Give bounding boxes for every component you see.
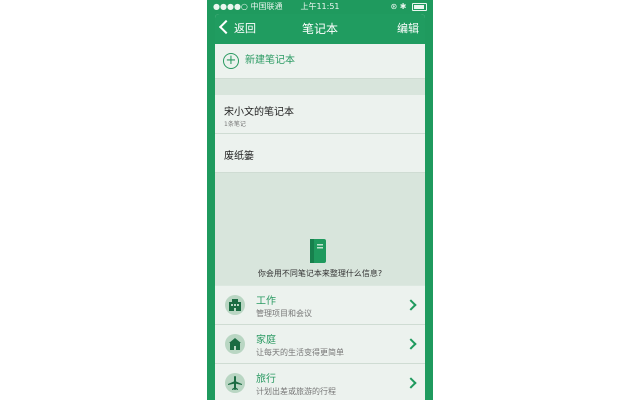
chevron-right-icon [405,377,417,389]
suggestion-subtitle: 管理项目和会议 [256,309,312,318]
suggestion-subtitle: 让每天的生活变得更简单 [256,348,344,357]
nav-bar: 返回 笔记本 编辑 [215,14,425,44]
suggestion-subtitle: 计划出差或旅游的行程 [256,387,336,396]
new-notebook-button[interactable]: + 新建笔记本 [215,44,425,79]
notebook-row-trash[interactable]: 废纸篓 [215,134,425,173]
building-icon [225,295,245,315]
empty-prompt-text: 你会用不同笔记本来整理什么信息? [257,269,383,278]
suggestion-title: 旅行 [256,374,276,385]
back-label: 返回 [234,22,256,35]
notebook-title: 废纸篓 [224,151,254,162]
chevron-right-icon [405,299,417,311]
back-button[interactable]: 返回 [218,14,256,44]
suggestion-title: 工作 [256,296,276,307]
plus-circle-icon: + [223,53,239,69]
chevron-left-icon [218,19,234,35]
status-bar: ●●●●○ 中国联通 上午11:51 ⊛ ✱ [207,0,433,14]
notebooks-panel: 返回 笔记本 编辑 + 新建笔记本 宋小文的笔记本 1条笔记 废纸篓 你会用不同… [215,14,425,400]
notebook-row[interactable]: 宋小文的笔记本 1条笔记 [215,95,425,134]
status-icons: ⊛ ✱ [390,2,407,11]
edit-button[interactable]: 编辑 [397,14,419,44]
status-right-icons: ⊛ ✱ [390,0,427,14]
battery-icon [412,2,427,11]
suggestion-row-travel[interactable]: 旅行 计划出差或旅游的行程 [215,364,425,400]
notebook-note-count: 1条笔记 [224,121,246,128]
section-separator [215,79,425,95]
notebook-icon [310,239,326,263]
house-icon [225,334,245,354]
chevron-right-icon [405,338,417,350]
new-notebook-label: 新建笔记本 [245,55,295,66]
airplane-icon [225,373,245,393]
phone-screen: ●●●●○ 中国联通 上午11:51 ⊛ ✱ 返回 笔记本 编辑 + 新建笔记本… [207,0,433,400]
notebook-title: 宋小文的笔记本 [224,107,294,118]
suggestion-row-home[interactable]: 家庭 让每天的生活变得更简单 [215,325,425,364]
suggestion-title: 家庭 [256,335,276,346]
empty-prompt-area: 你会用不同笔记本来整理什么信息? [215,173,425,285]
suggestion-row-work[interactable]: 工作 管理项目和会议 [215,286,425,325]
